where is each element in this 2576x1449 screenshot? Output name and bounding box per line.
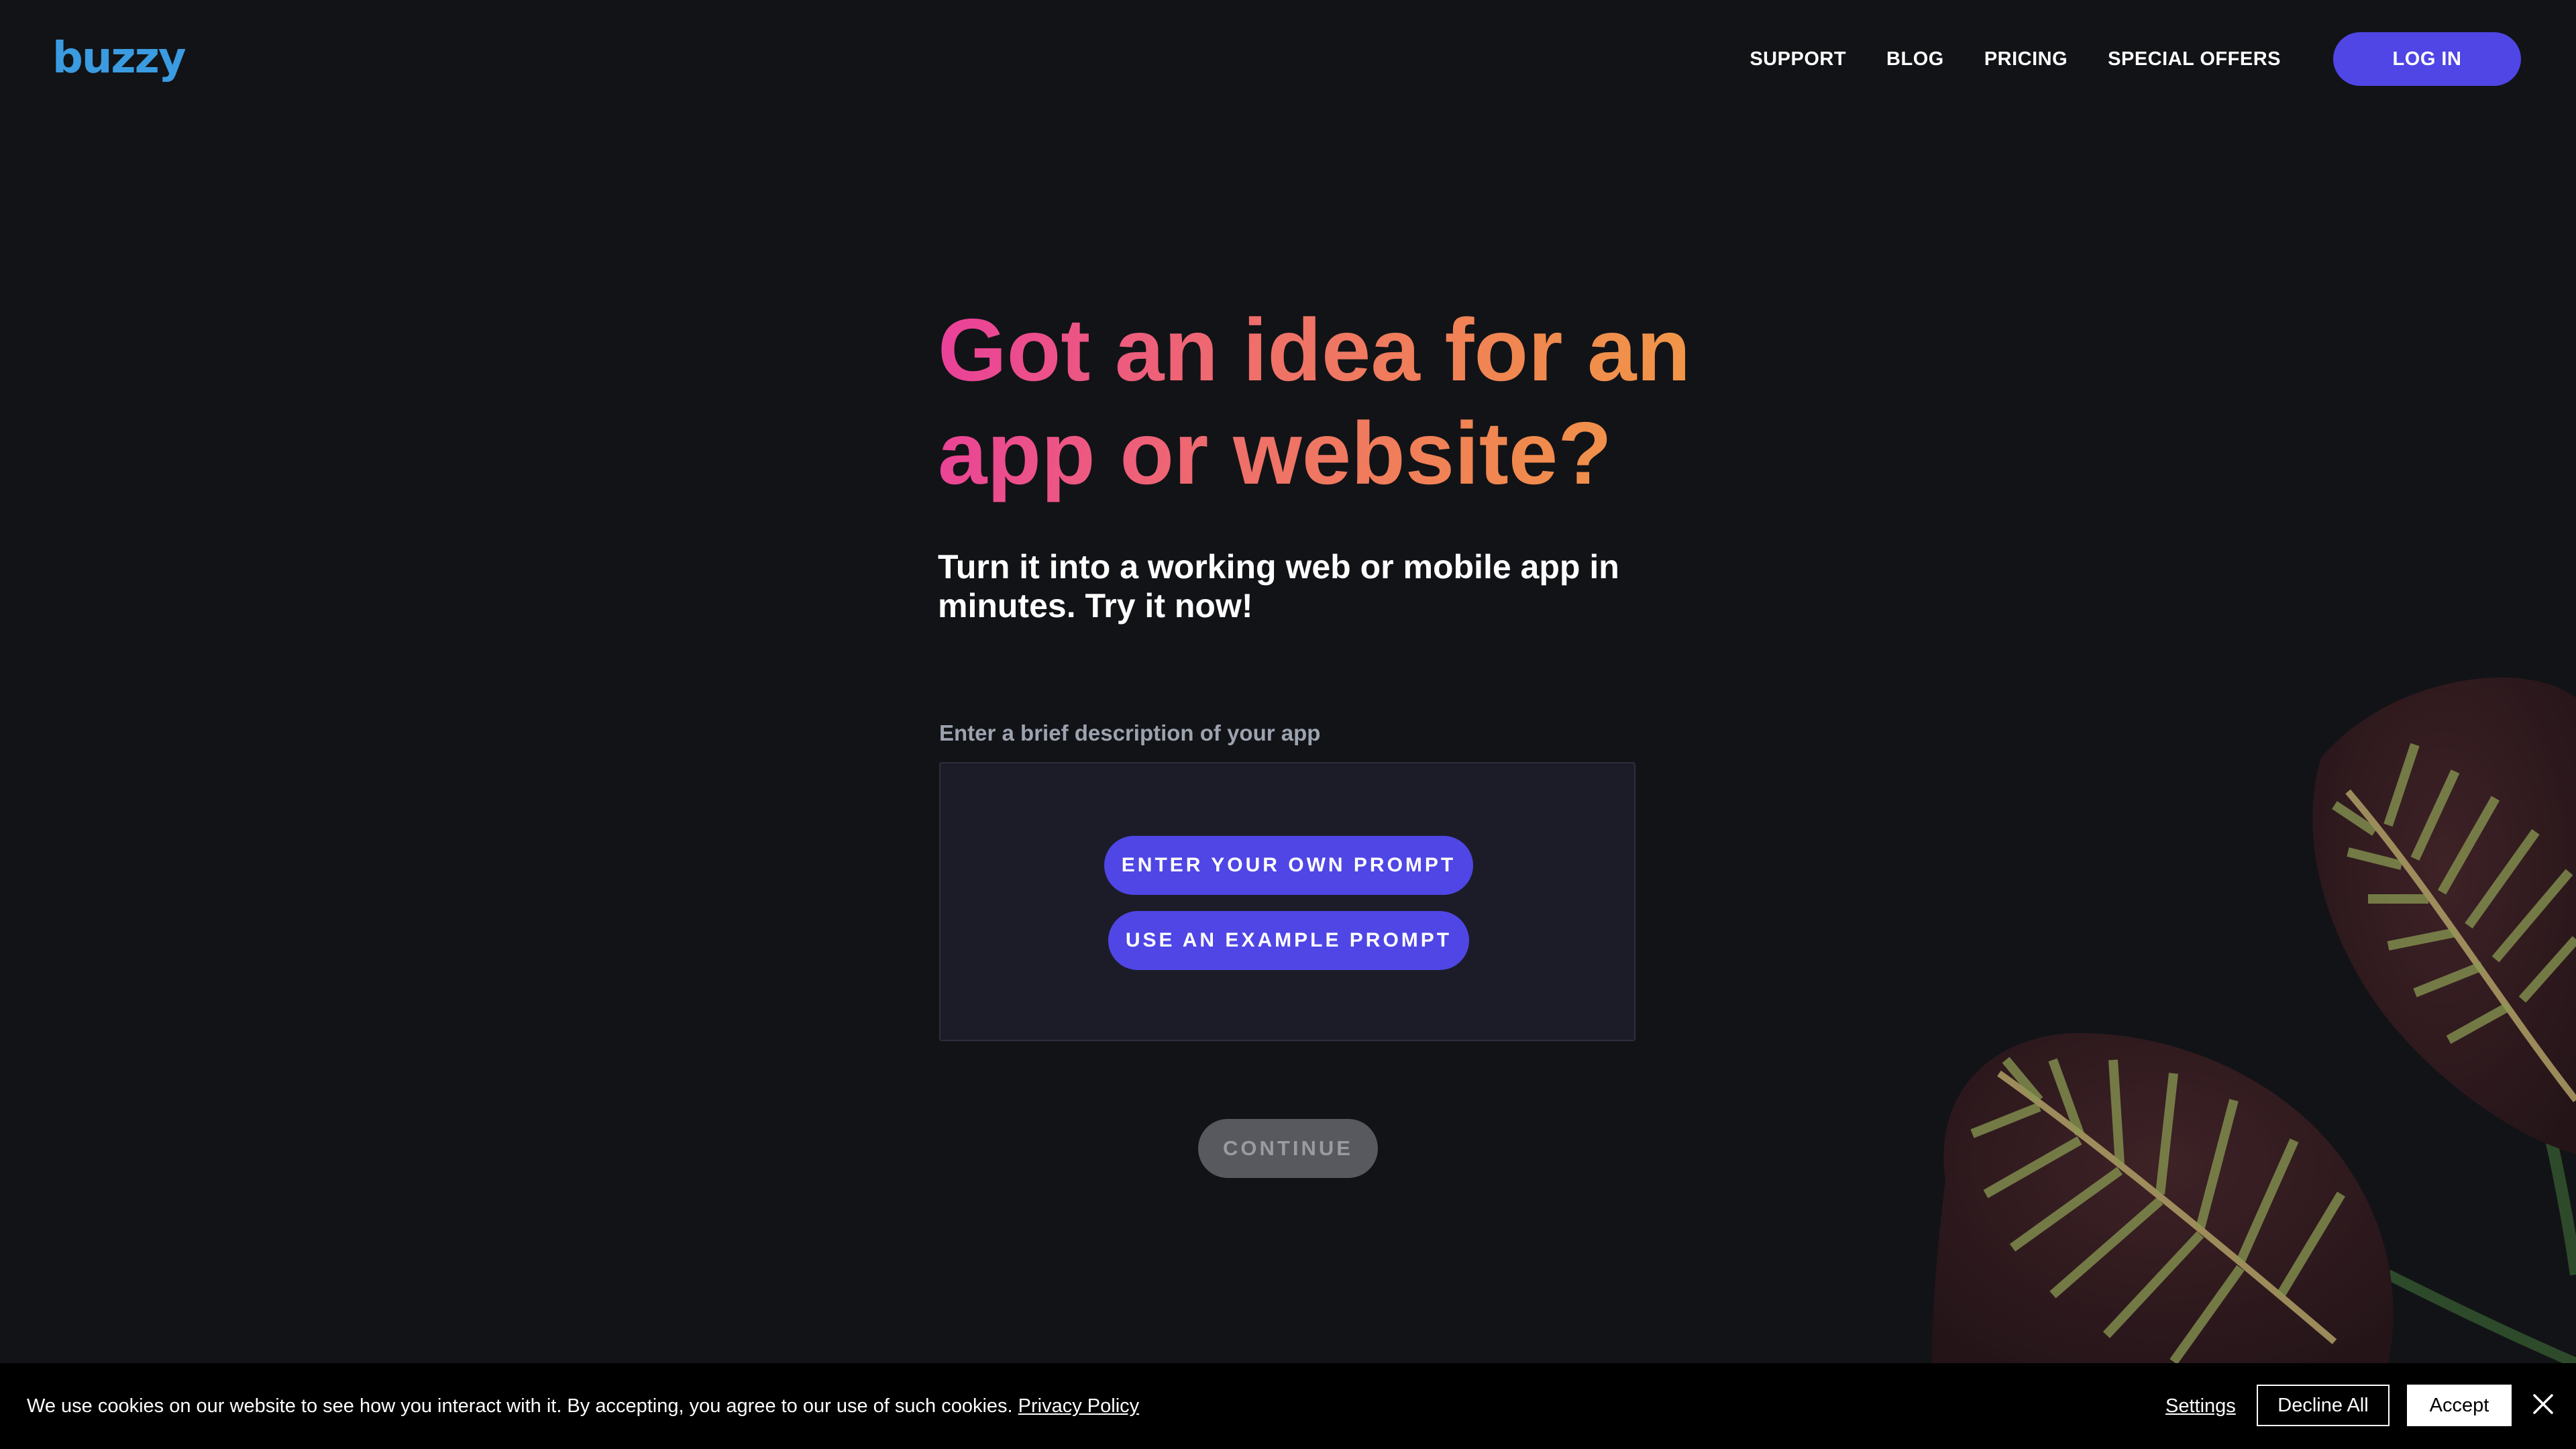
hero-subtitle-line-2: minutes. Try it now! bbox=[938, 587, 1253, 625]
nav-support-link[interactable]: SUPPORT bbox=[1750, 48, 1846, 70]
enter-own-prompt-button[interactable]: ENTER YOUR OWN PROMPT bbox=[1104, 836, 1473, 895]
cookie-text: We use cookies on our website to see how… bbox=[27, 1395, 1013, 1417]
login-button[interactable]: LOG IN bbox=[2333, 32, 2521, 86]
hero-subtitle-line-1: Turn it into a working web or mobile app… bbox=[938, 548, 1619, 586]
nav-special-offers-link[interactable]: SPECIAL OFFERS bbox=[2108, 48, 2281, 70]
use-example-prompt-button[interactable]: USE AN EXAMPLE PROMPT bbox=[1108, 911, 1469, 970]
logo-text: buzzy bbox=[52, 34, 186, 83]
cookie-banner: We use cookies on our website to see how… bbox=[0, 1363, 2576, 1449]
plant-leaves-image bbox=[1932, 678, 2576, 1363]
top-nav: SUPPORT BLOG PRICING SPECIAL OFFERS LOG … bbox=[1750, 32, 2521, 86]
buzzy-logo[interactable]: buzzy bbox=[52, 34, 186, 83]
page: buzzy SUPPORT BLOG PRICING SPECIAL OFFER… bbox=[0, 0, 2576, 1449]
close-icon[interactable] bbox=[2532, 1393, 2555, 1415]
nav-blog-link[interactable]: BLOG bbox=[1886, 48, 1944, 70]
cookie-settings-link[interactable]: Settings bbox=[2165, 1393, 2236, 1419]
hero-title-line-2: app or website? bbox=[938, 404, 1612, 502]
upper-leaf bbox=[2312, 678, 2576, 1154]
app-description-label: Enter a brief description of your app bbox=[939, 720, 1321, 745]
hero-title: Got an idea for an app or website? bbox=[938, 299, 1716, 505]
lower-leaf bbox=[1932, 1033, 2394, 1363]
nav-pricing-link[interactable]: PRICING bbox=[1984, 48, 2068, 70]
continue-button[interactable]: CONTINUE bbox=[1198, 1119, 1378, 1178]
accept-button[interactable]: Accept bbox=[2407, 1385, 2512, 1426]
privacy-policy-link[interactable]: Privacy Policy bbox=[1018, 1395, 1140, 1417]
decline-all-button[interactable]: Decline All bbox=[2257, 1385, 2390, 1426]
cookie-message: We use cookies on our website to see how… bbox=[27, 1393, 1139, 1419]
hero-subtitle: Turn it into a working web or mobile app… bbox=[938, 547, 1622, 625]
hero-title-line-1: Got an idea for an bbox=[938, 301, 1691, 399]
prompt-input-box[interactable]: ENTER YOUR OWN PROMPT USE AN EXAMPLE PRO… bbox=[939, 762, 1635, 1041]
